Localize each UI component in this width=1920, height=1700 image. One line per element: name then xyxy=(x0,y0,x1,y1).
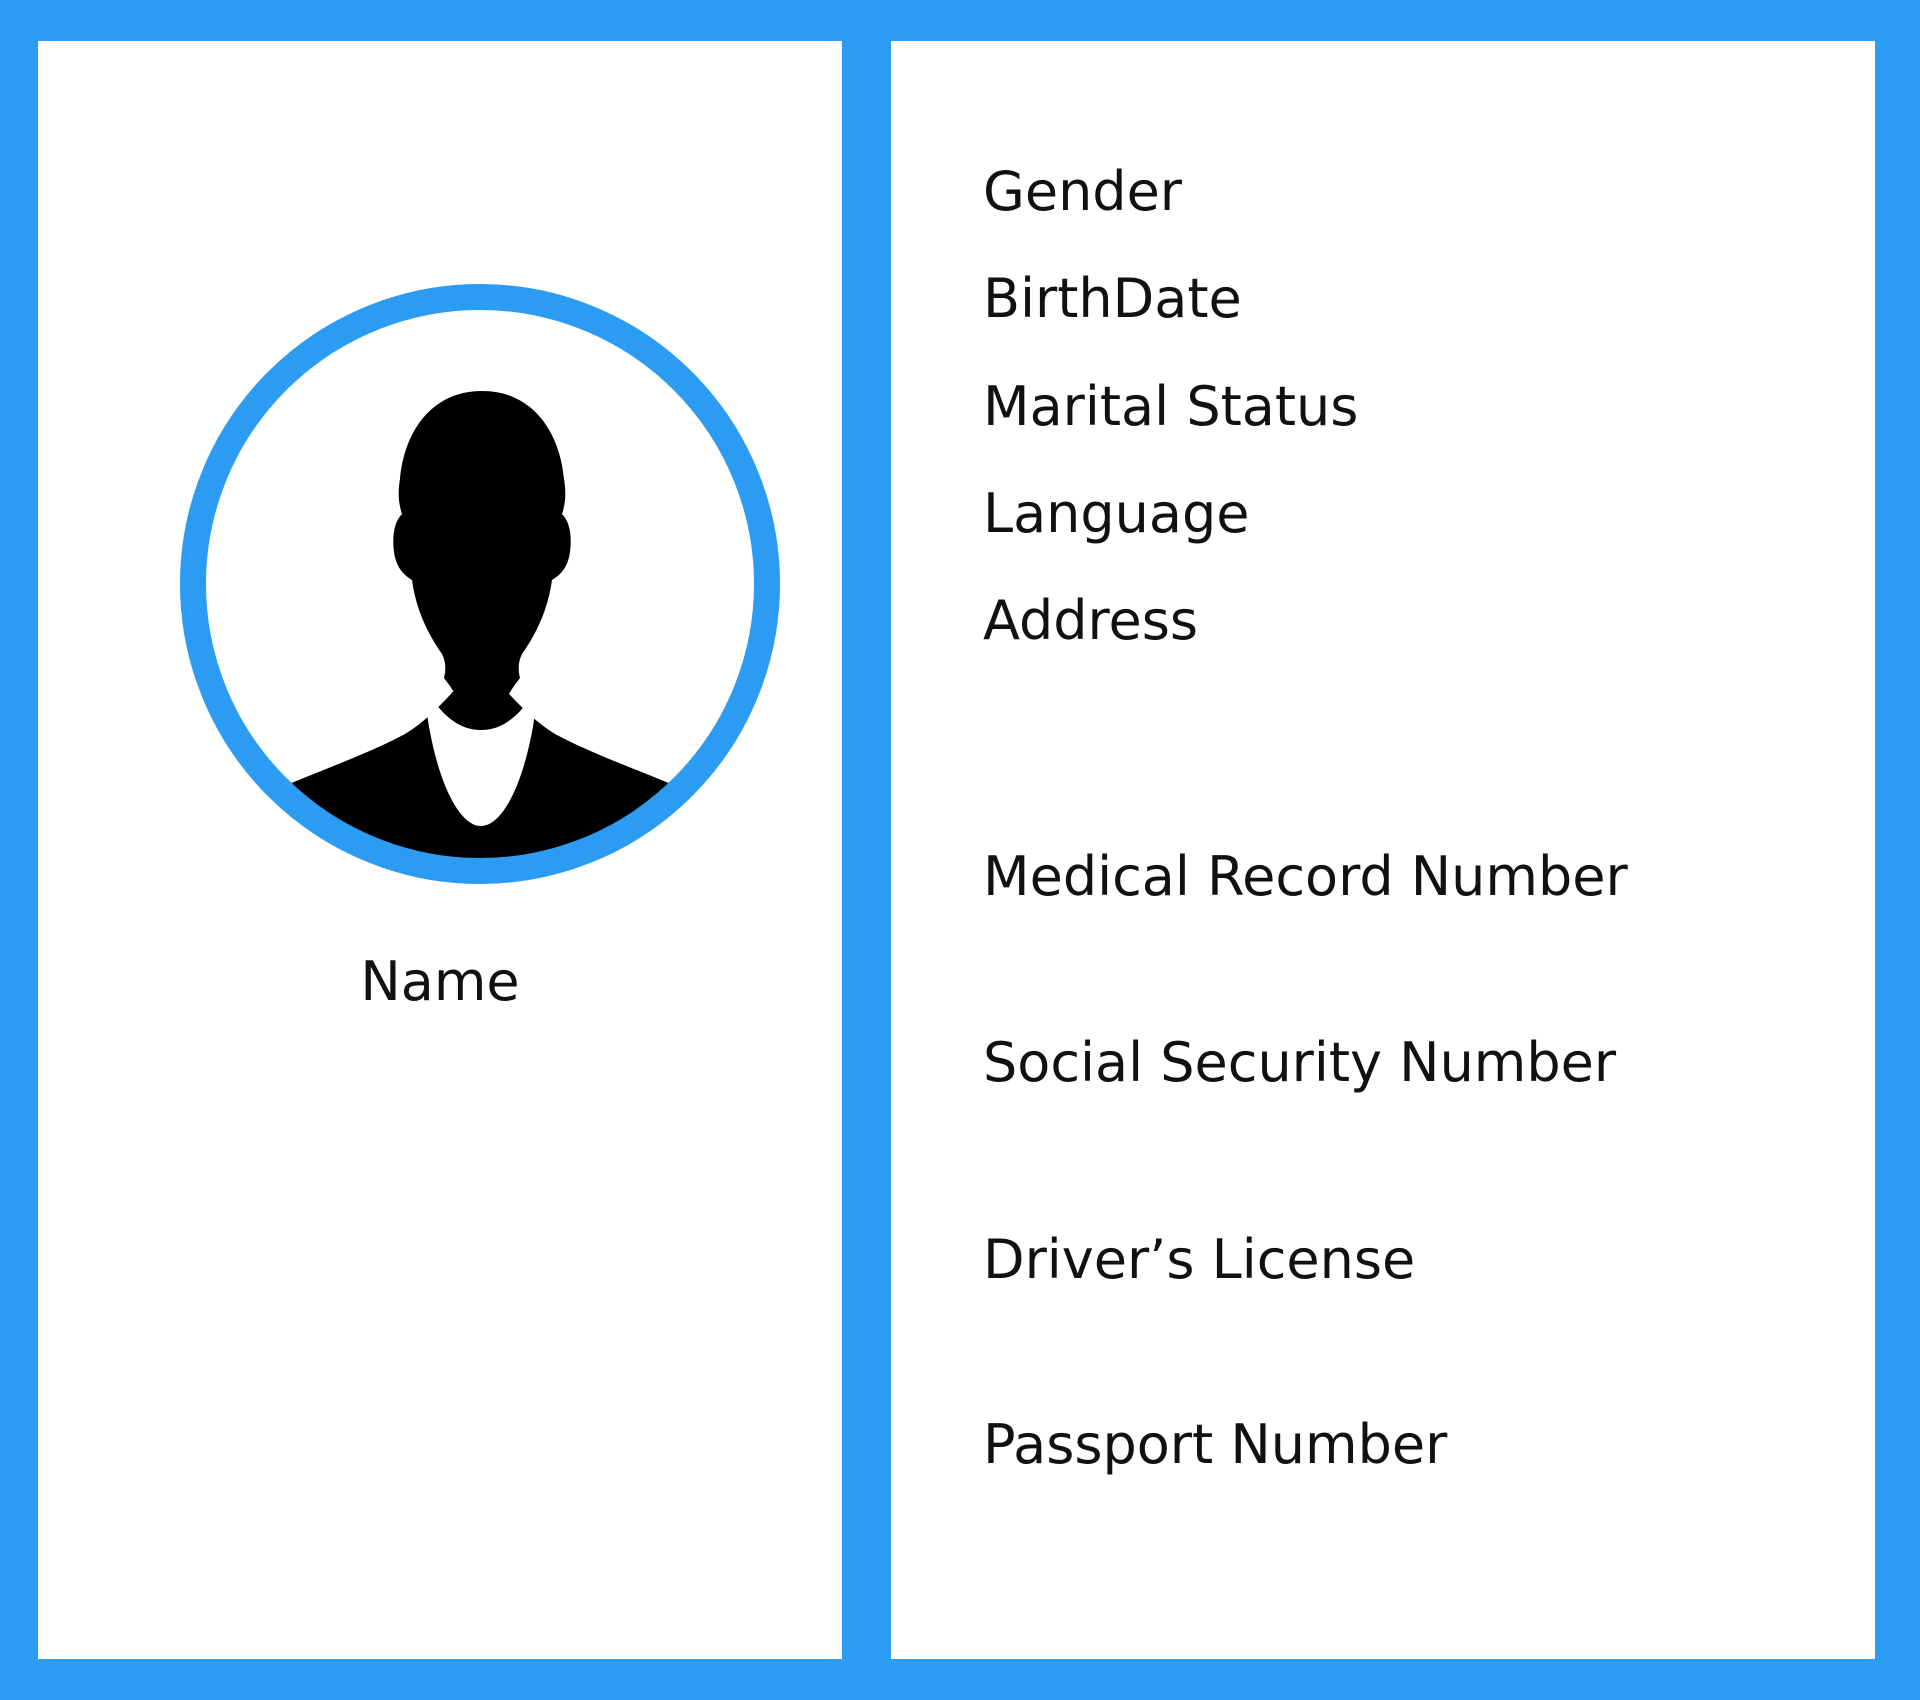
address-label: Address xyxy=(983,589,1199,652)
birthdate-label: BirthDate xyxy=(983,267,1242,330)
name-label: Name xyxy=(360,950,520,1013)
person-silhouette-icon xyxy=(180,284,780,884)
gender-label: Gender xyxy=(983,160,1182,223)
drivers-license-label: Driver’s License xyxy=(983,1228,1416,1291)
social-security-number-label: Social Security Number xyxy=(983,1031,1617,1094)
profile-details-panel: Gender BirthDate Marital Status Language… xyxy=(891,41,1875,1659)
medical-record-number-label: Medical Record Number xyxy=(983,845,1628,908)
language-label: Language xyxy=(983,482,1250,545)
profile-left-panel: Name xyxy=(38,41,842,1659)
marital-status-label: Marital Status xyxy=(983,375,1359,438)
passport-number-label: Passport Number xyxy=(983,1413,1448,1476)
avatar xyxy=(180,284,780,884)
